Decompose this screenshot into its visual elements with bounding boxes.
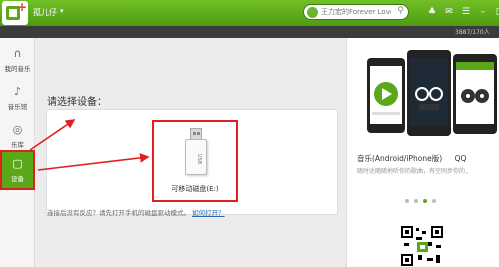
sidebar-item-label: 我的音乐 [4, 65, 31, 73]
minimize-icon[interactable]: – [478, 6, 488, 18]
promo-title-main: 音乐(Android/iPhone版) [357, 154, 443, 163]
choose-device-label: 请选择设备： [47, 97, 107, 108]
main-panel: 请选择设备： USB 可移动磁盘(E:) 连接后没有反应？请先打开手机的磁盘驱动… [36, 38, 344, 267]
headphones-icon: ∩ [13, 47, 22, 60]
sidebar-item-label: 音乐馆 [7, 103, 28, 111]
carousel-dot[interactable] [432, 199, 436, 203]
disc-icon: ◎ [12, 123, 23, 136]
device-panel: USB 可移动磁盘(E:) [46, 109, 338, 215]
status-strip: 3887/170人 [0, 26, 499, 38]
sidebar-item-my-music[interactable]: ∩ 我的音乐 [0, 42, 35, 76]
usb-drive-icon: USB [185, 128, 207, 178]
storage-count: 3887/170人 [455, 29, 490, 36]
carousel-dot[interactable] [414, 199, 418, 203]
help-link[interactable]: 如何打开？ [192, 209, 225, 217]
help-text: 连接后没有反应？请先打开手机的磁盘驱动模式。 如何打开？ [47, 207, 225, 217]
carousel-dot-active[interactable] [423, 199, 427, 203]
device-name: 可移动磁盘(E:) [171, 185, 219, 193]
promo-subtitle: 随时达随随地听你的歌曲，有空同步你的 [357, 168, 466, 175]
title-bar: + 孤儿仔 ▾ ⚲ ♣ ✉ ☰ – □ ✕ [0, 0, 499, 26]
search-icon[interactable]: ⚲ [397, 6, 404, 16]
message-icon[interactable]: ✉ [444, 6, 454, 18]
device-icon: ▢ [12, 157, 23, 170]
menu-icon[interactable]: ☰ [461, 6, 471, 18]
music-search-icon [307, 7, 318, 18]
search-input[interactable] [321, 6, 391, 18]
promo-title-extra: QQ [454, 154, 467, 163]
device-card[interactable]: USB 可移动磁盘(E:) [152, 120, 238, 202]
search-box[interactable]: ⚲ [303, 4, 409, 20]
sidebar: ∩ 我的音乐 ♪ 音乐馆 ◎ 乐库 ▢ 设备 [0, 38, 35, 267]
sidebar-item-library[interactable]: ◎ 乐库 [0, 118, 35, 152]
promo-panel: 音乐(Android/iPhone版) QQ 随时达随随地听你的歌曲，有空同步你… [346, 38, 499, 267]
username[interactable]: 孤儿仔 [33, 7, 57, 18]
chevron-down-icon[interactable]: ▾ [60, 7, 64, 15]
sidebar-item-music-hall[interactable]: ♪ 音乐馆 [0, 80, 35, 114]
promo-title[interactable]: 音乐(Android/iPhone版) QQ [357, 153, 466, 164]
shirt-icon[interactable]: ♣ [427, 6, 437, 18]
phones-image [367, 48, 499, 148]
app-logo: + [2, 1, 28, 25]
sidebar-item-device[interactable]: ▢ 设备 [0, 150, 35, 190]
carousel-dot[interactable] [405, 199, 409, 203]
music-note-icon: ♪ [13, 85, 22, 98]
chevron-down-icon[interactable]: ⌄ [464, 168, 470, 176]
help-message: 连接后没有反应？请先打开手机的磁盘驱动模式。 [47, 209, 190, 217]
sidebar-item-label: 乐库 [11, 141, 24, 149]
sidebar-item-label: 设备 [11, 175, 24, 183]
maximize-icon[interactable]: □ [495, 6, 499, 18]
qr-code [400, 225, 445, 267]
carousel-dots [405, 199, 436, 203]
